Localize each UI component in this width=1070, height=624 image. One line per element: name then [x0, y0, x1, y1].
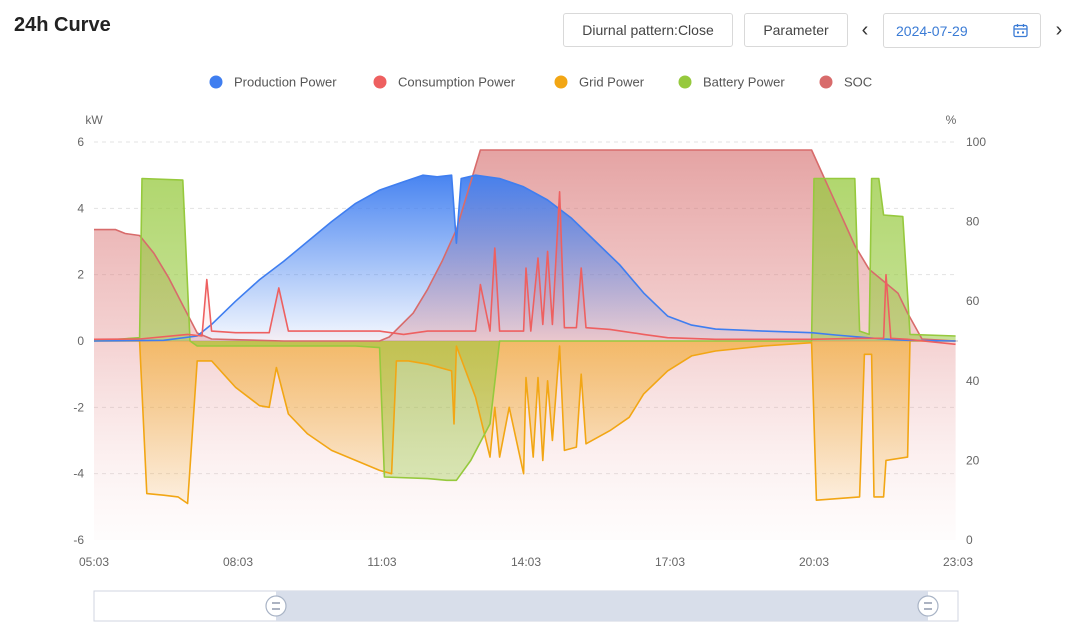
- legend-swatch[interactable]: [554, 75, 568, 89]
- x-tick-label: 20:03: [799, 555, 829, 569]
- legend-label[interactable]: Production Power: [234, 75, 337, 90]
- legend-label[interactable]: SOC: [844, 75, 872, 90]
- y-right-tick-label: 80: [966, 215, 980, 229]
- x-tick-label: 17:03: [655, 555, 685, 569]
- legend-swatch[interactable]: [819, 75, 833, 89]
- zoom-slider-selection[interactable]: [276, 591, 928, 621]
- legend-swatch[interactable]: [209, 75, 223, 89]
- x-tick-label: 08:03: [223, 555, 253, 569]
- x-tick-label: 05:03: [79, 555, 109, 569]
- power-chart: Production Power Consumption Power Grid Po…: [73, 75, 986, 622]
- y-left-tick-label: 6: [77, 135, 84, 149]
- y-right-tick-label: 60: [966, 294, 980, 308]
- y-left-tick-label: -4: [73, 467, 84, 481]
- x-tick-label: 11:03: [367, 555, 396, 569]
- slider-handle-icon[interactable]: [917, 595, 939, 617]
- y-right-tick-label: 0: [966, 533, 973, 547]
- y-left-tick-label: 2: [77, 268, 84, 282]
- slider-handle-circle[interactable]: [917, 595, 939, 617]
- legend-label[interactable]: Grid Power: [579, 75, 645, 90]
- y-left-tick-label: 4: [77, 201, 84, 215]
- y-left-tick-label: -6: [73, 533, 84, 547]
- y-right-unit: %: [946, 113, 957, 127]
- legend-label[interactable]: Battery Power: [703, 75, 785, 90]
- legend-swatch[interactable]: [373, 75, 387, 89]
- legend-swatch[interactable]: [678, 75, 692, 89]
- y-right-tick-label: 100: [966, 135, 986, 149]
- x-tick-label: 14:03: [511, 555, 541, 569]
- legend-label[interactable]: Consumption Power: [398, 75, 516, 90]
- y-right-tick-label: 40: [966, 374, 980, 388]
- y-right-tick-label: 20: [966, 453, 980, 467]
- y-left-unit: kW: [85, 113, 103, 127]
- y-left-tick-label: -2: [73, 400, 84, 414]
- slider-handle-circle[interactable]: [265, 595, 287, 617]
- x-tick-label: 23:03: [943, 555, 973, 569]
- y-left-tick-label: 0: [77, 334, 84, 348]
- slider-handle-icon[interactable]: [265, 595, 287, 617]
